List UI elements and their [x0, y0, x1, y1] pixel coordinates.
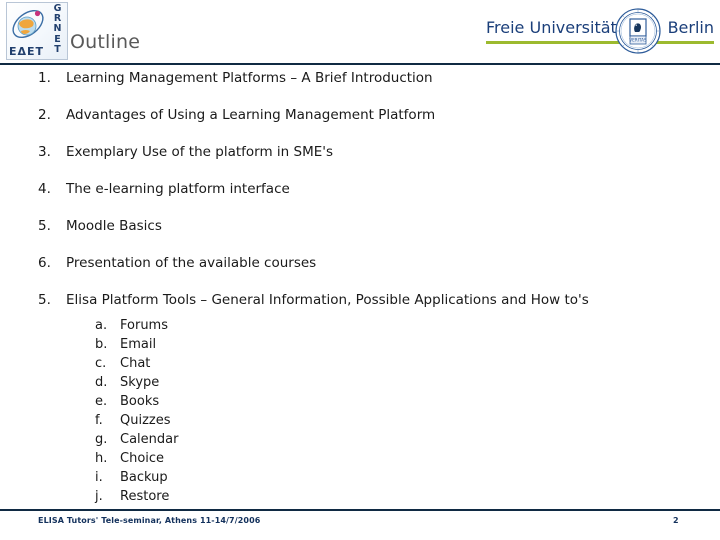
outline-sub-list: a. Forums b. Email c. Chat d. Skype e. B…: [0, 318, 720, 508]
edet-wordmark: ΕΔΕΤ: [9, 45, 45, 58]
list-item: 1. Learning Management Platforms – A Bri…: [0, 70, 720, 107]
footer-divider: [0, 509, 720, 511]
list-item-label: Advantages of Using a Learning Managemen…: [66, 107, 436, 123]
fu-berlin-logo: Freie Universität Berlin VERITAS: [486, 8, 714, 56]
sub-list-item-label: Forums: [120, 318, 168, 333]
sub-list-item-marker: c.: [95, 356, 107, 371]
list-item-label: Elisa Platform Tools – General Informati…: [66, 292, 589, 308]
sub-list-item-label: Choice: [120, 451, 165, 466]
list-item-label: Exemplary Use of the platform in SME's: [66, 144, 333, 160]
sub-list-item-marker: e.: [95, 394, 108, 409]
sub-list-item: j. Restore: [0, 489, 720, 508]
svg-text:VERITAS: VERITAS: [629, 38, 647, 43]
sub-list-item: e. Books: [0, 394, 720, 413]
footer-caption: ELISA Tutors' Tele-seminar, Athens 11-14…: [38, 516, 261, 525]
sub-list-item: a. Forums: [0, 318, 720, 337]
sub-list-item: b. Email: [0, 337, 720, 356]
list-item-label: Presentation of the available courses: [66, 255, 317, 271]
grnet-letter-t: T: [54, 43, 61, 55]
fu-berlin-accent-rule: [486, 41, 714, 44]
sub-list-item: f. Quizzes: [0, 413, 720, 432]
sub-list-item-label: Skype: [120, 375, 160, 390]
header-divider: [0, 63, 720, 65]
grnet-logo: G R N E T ΕΔΕΤ: [6, 2, 68, 60]
sub-list-item-marker: f.: [95, 413, 103, 428]
sub-list-item-marker: h.: [95, 451, 108, 466]
list-item-label: Learning Management Platforms – A Brief …: [66, 70, 433, 86]
page-title: Outline: [70, 31, 141, 53]
fu-berlin-seal-icon: VERITAS: [615, 8, 661, 54]
list-item-marker: 5.: [38, 218, 51, 234]
sub-list-item: c. Chat: [0, 356, 720, 375]
list-item-marker: 3.: [38, 144, 51, 160]
fu-berlin-text-left: Freie Universität: [486, 18, 617, 37]
sub-list-item-label: Books: [120, 394, 160, 409]
sub-list-item-marker: g.: [95, 432, 108, 447]
sub-list-item: i. Backup: [0, 470, 720, 489]
list-item-marker: 4.: [38, 181, 51, 197]
list-item-label: Moodle Basics: [66, 218, 162, 234]
sub-list-item-marker: i.: [95, 470, 103, 485]
sub-list-item-marker: j.: [95, 489, 103, 504]
list-item-label: The e-learning platform interface: [66, 181, 290, 197]
sub-list-item-label: Restore: [120, 489, 170, 504]
list-item-marker: 6.: [38, 255, 51, 271]
slide-header: G R N E T ΕΔΕΤ Outline Freie Universität…: [0, 0, 720, 65]
sub-list-item: g. Calendar: [0, 432, 720, 451]
sub-list-item: h. Choice: [0, 451, 720, 470]
list-item-marker: 2.: [38, 107, 51, 123]
outline-list: 1. Learning Management Platforms – A Bri…: [0, 70, 720, 329]
list-item: 3. Exemplary Use of the platform in SME'…: [0, 144, 720, 181]
sub-list-item: d. Skype: [0, 375, 720, 394]
sub-list-item-marker: d.: [95, 375, 108, 390]
sub-list-item-label: Backup: [120, 470, 168, 485]
grnet-globe-icon: [12, 9, 44, 39]
sub-list-item-marker: a.: [95, 318, 108, 333]
list-item: 2. Advantages of Using a Learning Manage…: [0, 107, 720, 144]
sub-list-item-label: Email: [120, 337, 157, 352]
list-item-marker: 1.: [38, 70, 51, 86]
grnet-wordmark: G R N E T: [50, 3, 65, 55]
fu-berlin-text-right: Berlin: [667, 18, 714, 37]
sub-list-item-label: Quizzes: [120, 413, 171, 428]
sub-list-item-marker: b.: [95, 337, 108, 352]
sub-list-item-label: Calendar: [120, 432, 179, 447]
sub-list-item-label: Chat: [120, 356, 151, 371]
list-item: 6. Presentation of the available courses: [0, 255, 720, 292]
list-item: 5. Moodle Basics: [0, 218, 720, 255]
list-item-marker: 5.: [38, 292, 51, 308]
page-number: 2: [673, 516, 679, 525]
list-item: 4. The e-learning platform interface: [0, 181, 720, 218]
